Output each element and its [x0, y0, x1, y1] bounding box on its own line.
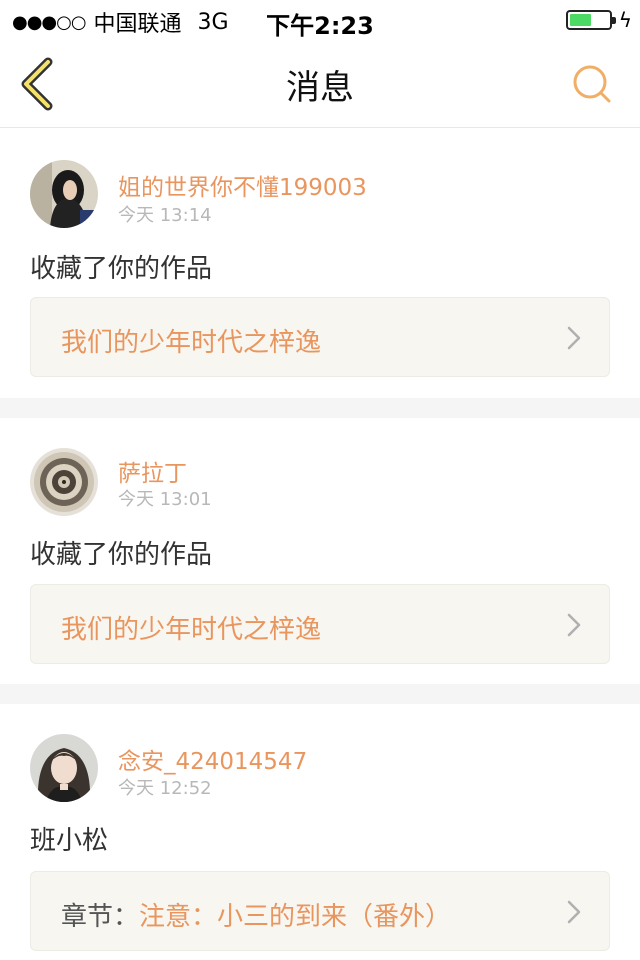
- avatar[interactable]: [30, 448, 98, 516]
- battery-nub: [612, 17, 616, 24]
- username[interactable]: 念安_424014547: [118, 742, 307, 776]
- avatar[interactable]: [30, 734, 98, 802]
- section-divider: [0, 684, 640, 704]
- username[interactable]: 姐的世界你不懂199003: [118, 168, 367, 202]
- username[interactable]: 萨拉丁: [118, 454, 187, 488]
- work-link[interactable]: 我们的少年时代之梓逸: [30, 584, 610, 664]
- work-title-line: 章节：注意：小三的到来（番外）: [61, 896, 451, 933]
- work-title: 我们的少年时代之梓逸: [61, 615, 322, 645]
- timestamp: 今天 13:01: [118, 489, 212, 510]
- work-link[interactable]: 章节：注意：小三的到来（番外）: [30, 871, 610, 951]
- section-divider: [0, 398, 640, 418]
- page-title: 消息: [286, 68, 354, 108]
- carrier-name: 中国联通: [93, 12, 182, 37]
- charging-icon: ϟ: [618, 8, 632, 32]
- action-text: 班小松: [30, 826, 109, 856]
- work-title: 注意：小三的到来（番外）: [139, 902, 452, 932]
- work-link[interactable]: 我们的少年时代之梓逸: [30, 297, 610, 377]
- chevron-right-icon: [567, 900, 581, 924]
- signal-strength-icon: ●●●○○: [12, 11, 87, 33]
- work-title-line: 我们的少年时代之梓逸: [61, 322, 321, 359]
- message-item: 念安_424014547 今天 12:52 班小松 章节：注意：小三的到来（番外…: [0, 704, 640, 960]
- action-text: 收藏了你的作品: [30, 254, 213, 284]
- work-title: 我们的少年时代之梓逸: [61, 328, 322, 358]
- status-left: ●●●○○ 中国联通 3G: [12, 6, 229, 38]
- avatar[interactable]: [30, 160, 98, 228]
- battery-fill: [570, 14, 591, 26]
- chevron-right-icon: [567, 326, 581, 350]
- timestamp: 今天 13:14: [118, 205, 212, 226]
- battery-icon: [566, 10, 616, 30]
- work-prefix: 章节：: [61, 902, 140, 932]
- message-item: 姐的世界你不懂199003 今天 13:14 收藏了你的作品 我们的少年时代之梓…: [0, 128, 640, 398]
- action-text: 收藏了你的作品: [30, 540, 213, 570]
- status-bar: ●●●○○ 中国联通 3G 下午2:23 ϟ: [0, 0, 640, 40]
- nav-bar: 消息: [0, 40, 640, 128]
- timestamp: 今天 12:52: [118, 778, 212, 799]
- message-item: 萨拉丁 今天 13:01 收藏了你的作品 我们的少年时代之梓逸: [0, 418, 640, 684]
- search-icon: [573, 65, 611, 103]
- work-title-line: 我们的少年时代之梓逸: [61, 609, 321, 646]
- network-type: 3G: [197, 9, 229, 35]
- chevron-right-icon: [567, 613, 581, 637]
- search-button[interactable]: [570, 62, 614, 106]
